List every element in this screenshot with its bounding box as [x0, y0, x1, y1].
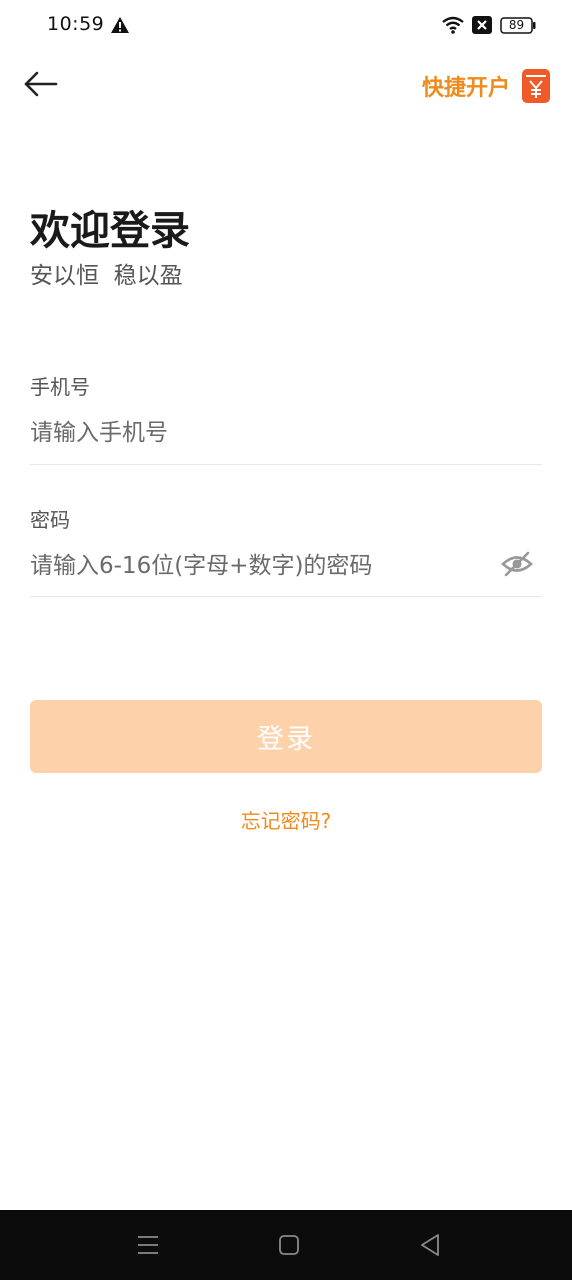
- menu-icon[interactable]: [136, 1234, 160, 1256]
- status-time: 10:59: [47, 13, 105, 35]
- eye-off-icon: [501, 551, 533, 577]
- phone-label: 手机号: [30, 375, 90, 399]
- back-button[interactable]: [20, 66, 64, 102]
- phone-input[interactable]: [30, 416, 490, 450]
- home-square-icon[interactable]: [278, 1234, 300, 1256]
- arrow-left-icon: [24, 71, 58, 97]
- welcome-subtitle: 安以恒 稳以盈: [30, 263, 183, 289]
- quick-open-label: 快捷开户: [422, 76, 511, 101]
- phone-divider: [30, 464, 542, 465]
- password-divider: [30, 596, 542, 597]
- sim-no-signal-icon: [472, 16, 492, 34]
- battery-level: 89: [508, 18, 525, 32]
- system-nav-bar: [0, 1210, 572, 1280]
- wifi-icon: [442, 16, 464, 34]
- warning-icon: [111, 17, 129, 33]
- password-label: 密码: [30, 508, 70, 532]
- status-bar: 10:59 89: [0, 0, 572, 52]
- yen-wallet-icon: [522, 69, 551, 103]
- back-triangle-icon[interactable]: [418, 1232, 442, 1258]
- welcome-title: 欢迎登录: [30, 208, 190, 254]
- quick-open-account-button[interactable]: 快捷开户: [422, 68, 551, 104]
- password-input[interactable]: [30, 549, 485, 583]
- login-button[interactable]: 登录: [30, 700, 542, 773]
- forgot-password-link[interactable]: 忘记密码?: [0, 805, 572, 834]
- password-visibility-toggle[interactable]: [500, 550, 534, 578]
